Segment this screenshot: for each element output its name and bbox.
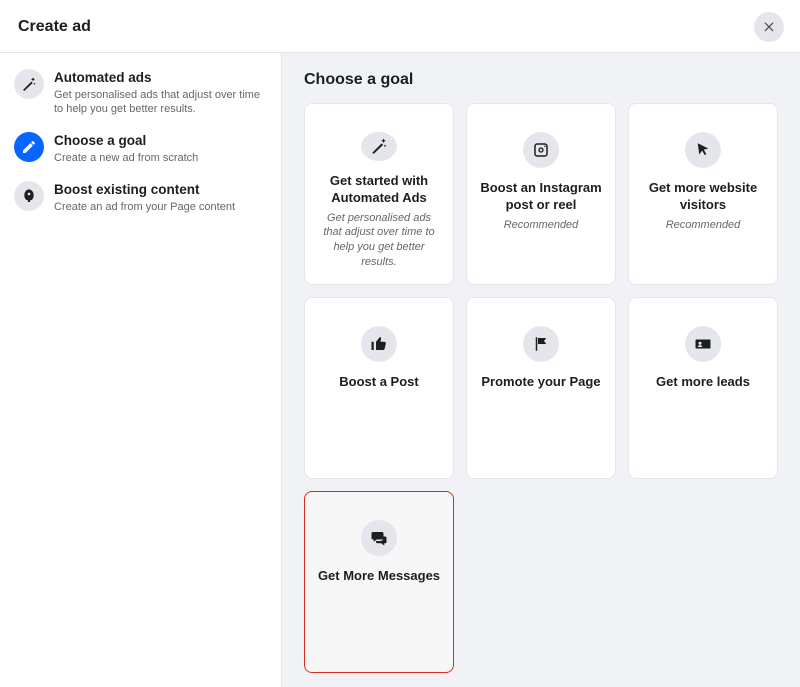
sidebar-item-boost-existing[interactable]: Boost existing content Create an ad from…	[8, 175, 273, 224]
card-title: Get started with Automated Ads	[315, 173, 443, 207]
dialog-title: Create ad	[18, 18, 91, 36]
card-title: Promote your Page	[481, 374, 600, 391]
edit-icon	[14, 132, 44, 162]
goal-card-automated-ads[interactable]: Get started with Automated Ads Get perso…	[304, 103, 454, 285]
messages-icon	[361, 520, 397, 556]
goal-grid: Get started with Automated Ads Get perso…	[304, 103, 778, 673]
card-title: Boost an Instagram post or reel	[477, 180, 605, 214]
card-title: Get more leads	[656, 374, 750, 391]
flag-icon	[523, 326, 559, 362]
card-title: Get more website visitors	[639, 180, 767, 214]
goal-card-promote-page[interactable]: Promote your Page	[466, 297, 616, 479]
card-desc: Get personalised ads that adjust over ti…	[315, 211, 443, 270]
thumbs-up-icon	[361, 326, 397, 362]
card-title: Boost a Post	[339, 374, 418, 391]
main-heading: Choose a goal	[304, 71, 778, 89]
sidebar-item-title: Automated ads	[54, 69, 264, 87]
instagram-icon	[523, 132, 559, 168]
close-icon	[762, 19, 776, 36]
goal-card-boost-post[interactable]: Boost a Post	[304, 297, 454, 479]
sidebar-item-title: Boost existing content	[54, 181, 235, 199]
close-button[interactable]	[754, 12, 784, 42]
rocket-icon	[14, 181, 44, 211]
goal-card-boost-instagram[interactable]: Boost an Instagram post or reel Recommen…	[466, 103, 616, 285]
sidebar-item-choose-goal[interactable]: Choose a goal Create a new ad from scrat…	[8, 126, 273, 175]
dialog-header: Create ad	[0, 0, 800, 53]
card-sub: Recommended	[666, 218, 741, 233]
goal-card-get-messages[interactable]: Get More Messages	[304, 491, 454, 673]
wand-icon	[14, 69, 44, 99]
sidebar-item-desc: Create an ad from your Page content	[54, 200, 235, 214]
goal-card-website-visitors[interactable]: Get more website visitors Recommended	[628, 103, 778, 285]
sidebar-item-desc: Get personalised ads that adjust over ti…	[54, 88, 264, 117]
cursor-icon	[685, 132, 721, 168]
main-panel: Choose a goal Get started with Automated…	[282, 53, 800, 687]
card-sub: Recommended	[504, 218, 579, 233]
card-title: Get More Messages	[318, 568, 440, 585]
sidebar-item-title: Choose a goal	[54, 132, 198, 150]
goal-card-get-leads[interactable]: Get more leads	[628, 297, 778, 479]
sidebar-item-desc: Create a new ad from scratch	[54, 151, 198, 165]
wand-icon	[361, 132, 397, 161]
id-card-icon	[685, 326, 721, 362]
sidebar-item-automated-ads[interactable]: Automated ads Get personalised ads that …	[8, 63, 273, 126]
sidebar: Automated ads Get personalised ads that …	[0, 53, 282, 687]
